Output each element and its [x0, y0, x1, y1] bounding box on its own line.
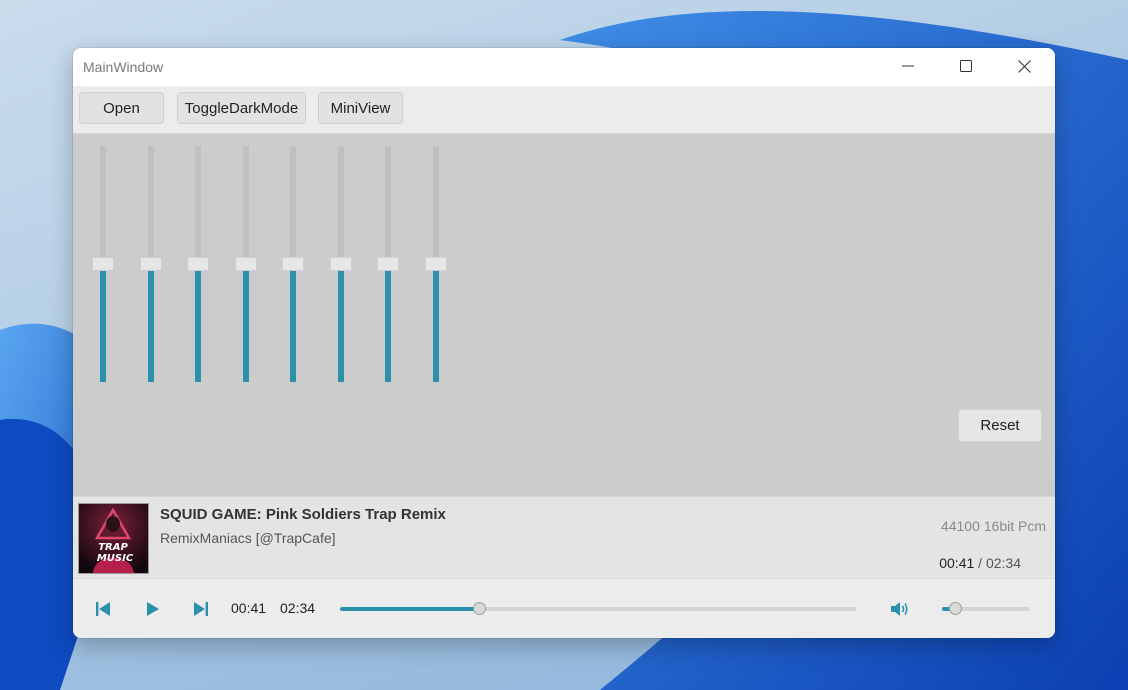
eq-track-upper [195, 146, 201, 261]
svg-text:TRAP: TRAP [98, 542, 128, 553]
main-window: MainWindow Open ToggleDarkMode MiniView … [73, 48, 1055, 638]
eq-slider-band-1[interactable] [92, 146, 114, 382]
seek-slider[interactable] [340, 601, 856, 617]
eq-track-upper [433, 146, 439, 261]
close-button[interactable] [995, 48, 1053, 84]
time-display: 00:41 / 02:34 [939, 555, 1021, 571]
eq-track-filled [385, 270, 391, 382]
album-art: TRAP MUSIC [78, 503, 149, 574]
eq-slider-band-4[interactable] [235, 146, 257, 382]
minimize-button[interactable] [879, 48, 937, 84]
maximize-button[interactable] [937, 48, 995, 84]
previous-button[interactable] [93, 599, 113, 619]
toolbar: Open ToggleDarkMode MiniView [73, 86, 1055, 134]
now-playing-bar: TRAP MUSIC SQUID GAME: Pink Soldiers Tra… [73, 496, 1055, 579]
album-art-image: TRAP MUSIC [79, 504, 148, 573]
maximize-icon [960, 60, 972, 72]
play-icon [147, 602, 159, 616]
eq-track-upper [148, 146, 154, 261]
eq-thumb[interactable] [377, 257, 399, 271]
eq-track-filled [148, 270, 154, 382]
skip-previous-icon [96, 602, 110, 616]
time-total: 02:34 [985, 555, 1021, 571]
eq-track-upper [100, 146, 106, 261]
eq-track-filled [100, 270, 106, 382]
eq-slider-band-7[interactable] [377, 146, 399, 382]
eq-slider-band-6[interactable] [330, 146, 352, 382]
open-button[interactable]: Open [79, 92, 164, 124]
eq-thumb[interactable] [330, 257, 352, 271]
eq-slider-band-2[interactable] [140, 146, 162, 382]
track-artist: RemixManiacs [@TrapCafe] [160, 530, 336, 546]
title-bar[interactable]: MainWindow [73, 48, 1055, 86]
volume-thumb[interactable] [948, 602, 962, 615]
volume-slider[interactable] [942, 601, 1030, 617]
eq-track-upper [385, 146, 391, 261]
eq-thumb[interactable] [187, 257, 209, 271]
transport-current-time: 00:41 [231, 600, 267, 616]
time-current: 00:41 [939, 555, 975, 571]
audio-format: 44100 16bit Pcm [940, 518, 1046, 534]
minimize-icon [902, 65, 914, 67]
eq-slider-band-8[interactable] [425, 146, 447, 382]
eq-track-filled [290, 270, 296, 382]
eq-track-filled [195, 270, 201, 382]
eq-slider-band-3[interactable] [187, 146, 209, 382]
eq-thumb[interactable] [140, 257, 162, 271]
eq-thumb[interactable] [92, 257, 114, 271]
time-separator: / [978, 555, 983, 571]
volume-icon [891, 602, 908, 616]
transport-bar: 00:41 02:34 [73, 578, 1055, 638]
play-button[interactable] [142, 599, 162, 619]
eq-track-filled [243, 270, 249, 382]
transport-total-time: 02:34 [280, 600, 316, 616]
skip-next-icon [194, 602, 208, 616]
track-title: SQUID GAME: Pink Soldiers Trap Remix [160, 506, 446, 523]
eq-thumb[interactable] [282, 257, 304, 271]
volume-button[interactable] [890, 599, 910, 619]
eq-track-upper [290, 146, 296, 261]
toggle-dark-mode-button[interactable]: ToggleDarkMode [177, 92, 306, 124]
eq-track-upper [243, 146, 249, 261]
window-title: MainWindow [83, 59, 164, 75]
equalizer-panel: Reset [73, 134, 1055, 496]
eq-track-filled [433, 270, 439, 382]
miniview-button[interactable]: MiniView [318, 92, 403, 124]
eq-thumb[interactable] [425, 257, 447, 271]
seek-thumb[interactable] [472, 602, 486, 615]
eq-slider-band-5[interactable] [282, 146, 304, 382]
close-icon [1017, 59, 1031, 73]
next-button[interactable] [191, 599, 211, 619]
svg-text:MUSIC: MUSIC [97, 553, 134, 564]
eq-thumb[interactable] [235, 257, 257, 271]
eq-track-filled [338, 270, 344, 382]
eq-track-upper [338, 146, 344, 261]
reset-button[interactable]: Reset [958, 409, 1042, 442]
seek-progress [340, 607, 480, 611]
